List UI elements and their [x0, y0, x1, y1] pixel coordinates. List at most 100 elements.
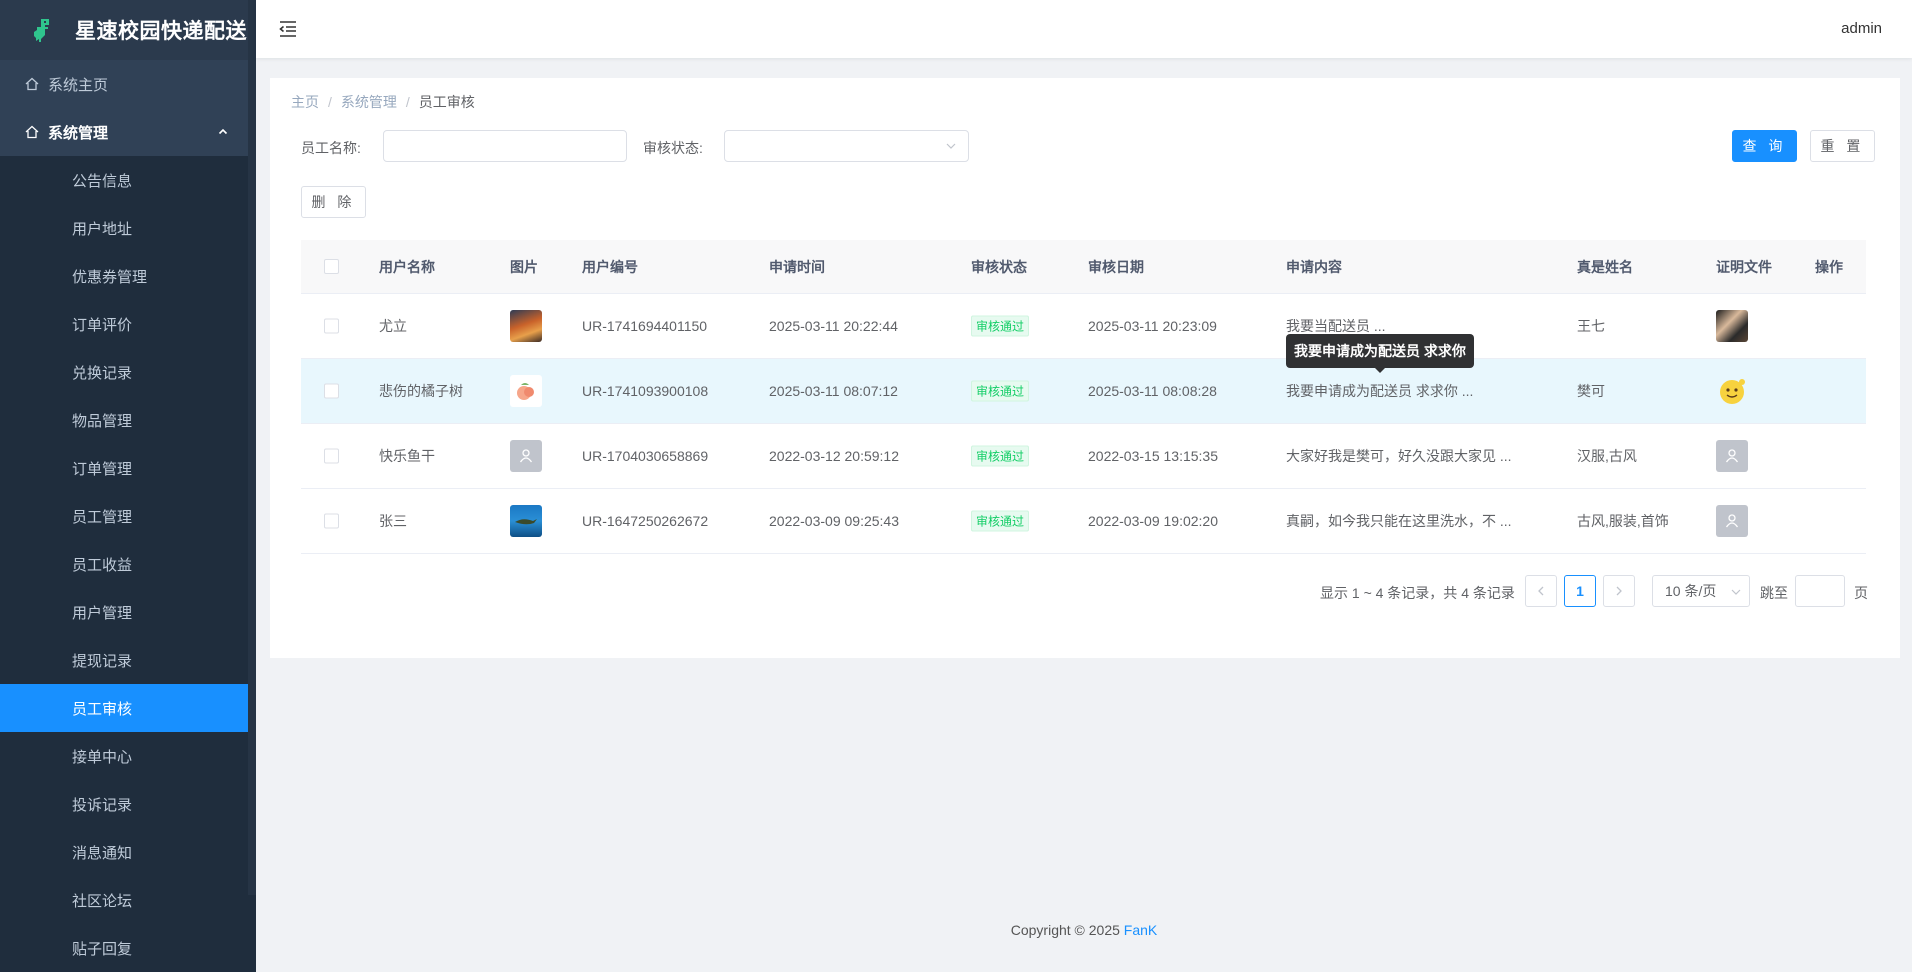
footer: Copyright © 2025 FanK	[256, 922, 1912, 938]
dinosaur-logo-icon	[34, 19, 49, 42]
table-row[interactable]: 快乐鱼干 UR-1704030658869 2022-03-12 20:59:1…	[301, 424, 1866, 489]
jump-page-input[interactable]	[1795, 575, 1845, 607]
cell-apply-content[interactable]: 我要申请成为配送员 求求你 ...	[1286, 381, 1473, 401]
sidebar-item-label: 优惠券管理	[72, 268, 148, 286]
proof-image-thumbnail[interactable]	[1716, 375, 1748, 407]
sidebar-item-staff[interactable]: 员工管理	[0, 492, 248, 540]
sidebar-item-users[interactable]: 用户管理	[0, 588, 248, 636]
sidebar-submenu: 公告信息 用户地址 优惠券管理 订单评价 兑换记录 物品管理 订单管理 员工管理…	[0, 156, 248, 972]
user-name[interactable]: admin	[1841, 20, 1882, 37]
sidebar-item-forum[interactable]: 社区论坛	[0, 876, 248, 924]
home-icon	[25, 77, 39, 91]
status-badge: 审核通过	[971, 380, 1030, 402]
table-row[interactable]: 张三 UR-1647250262672 2022-03-09 09:25:43 …	[301, 489, 1866, 554]
breadcrumb-home[interactable]: 主页	[291, 94, 319, 110]
chevron-up-icon	[218, 128, 228, 135]
sidebar-item-label: 订单管理	[72, 460, 133, 478]
breadcrumb-separator: /	[405, 94, 410, 110]
sidebar-item-complaints[interactable]: 投诉记录	[0, 780, 248, 828]
cell-real-name: 樊可	[1577, 383, 1605, 399]
page-number-current[interactable]: 1	[1564, 575, 1596, 607]
sidebar-group-system[interactable]: 系统管理	[0, 108, 248, 156]
sidebar-item-coupons[interactable]: 优惠券管理	[0, 252, 248, 300]
review-status-label: 审核状态:	[643, 140, 703, 156]
cell-review-date: 2025-03-11 08:08:28	[1088, 383, 1217, 399]
crocodile-image-icon	[515, 519, 537, 525]
sidebar-item-staff-review[interactable]: 员工审核	[0, 684, 248, 732]
proof-image-thumbnail[interactable]	[1716, 505, 1748, 537]
sidebar-item-order-center[interactable]: 接单中心	[0, 732, 248, 780]
sidebar-item-label: 员工审核	[72, 700, 133, 718]
row-checkbox[interactable]	[324, 383, 339, 399]
chevron-right-icon	[1616, 586, 1622, 596]
prev-page-button[interactable]	[1525, 575, 1557, 607]
cell-apply-content[interactable]: 大家好我是樊可，好久没跟大家见 ...	[1286, 446, 1512, 466]
sidebar-item-label: 提现记录	[72, 652, 133, 670]
next-page-button[interactable]	[1603, 575, 1635, 607]
query-button[interactable]: 查 询	[1732, 130, 1797, 162]
page-size-select[interactable]: 10 条/页	[1652, 575, 1750, 607]
table-row[interactable]: 尤立 UR-1741694401150 2025-03-11 20:22:44 …	[301, 294, 1866, 359]
cell-review-date: 2022-03-09 19:02:20	[1088, 513, 1218, 529]
select-all-checkbox[interactable]	[324, 259, 339, 274]
sidebar-item-user-address[interactable]: 用户地址	[0, 204, 248, 252]
th-image: 图片	[510, 258, 538, 275]
sidebar-item-home[interactable]: 系统主页	[0, 60, 248, 108]
author-link[interactable]: FanK	[1124, 922, 1157, 938]
th-review-status: 审核状态	[971, 258, 1027, 275]
th-apply-content: 申请内容	[1286, 258, 1342, 275]
sidebar-item-items[interactable]: 物品管理	[0, 396, 248, 444]
user-image-thumbnail[interactable]	[510, 310, 542, 342]
staff-review-table: 用户名称 图片 用户编号 申请时间 审核状态 审核日期 申请内容 真是姓名 证明…	[301, 240, 1866, 554]
row-checkbox[interactable]	[324, 513, 339, 529]
sidebar-item-label: 兑换记录	[72, 364, 133, 382]
proof-image-thumbnail[interactable]	[1716, 440, 1748, 472]
sidebar-item-label: 物品管理	[72, 412, 133, 430]
th-actions: 操作	[1815, 258, 1843, 275]
cell-user-code: UR-1741093900108	[582, 383, 709, 399]
sidebar-item-staff-earnings[interactable]: 员工收益	[0, 540, 248, 588]
table-row[interactable]: 悲伤的橘子树 UR-1741093900108 2025-03-11 08:07…	[301, 359, 1866, 424]
chevron-down-icon	[946, 143, 956, 149]
proof-image-thumbnail[interactable]	[1716, 310, 1748, 342]
sidebar-scrollbar-thumb[interactable]	[248, 0, 256, 895]
cell-review-date: 2025-03-11 20:23:09	[1088, 318, 1217, 334]
reset-button[interactable]: 重 置	[1810, 130, 1875, 162]
top-header: admin	[256, 0, 1912, 58]
sidebar-item-orders[interactable]: 订单管理	[0, 444, 248, 492]
sidebar-item-exchange-records[interactable]: 兑换记录	[0, 348, 248, 396]
cell-apply-time: 2025-03-11 08:07:12	[769, 383, 898, 399]
sidebar-item-label: 消息通知	[72, 844, 133, 862]
sidebar-item-messages[interactable]: 消息通知	[0, 828, 248, 876]
user-image-thumbnail[interactable]	[510, 440, 542, 472]
cell-user-code: UR-1704030658869	[582, 448, 709, 464]
breadcrumb-system[interactable]: 系统管理	[341, 94, 397, 110]
cell-real-name: 王七	[1577, 318, 1605, 334]
cell-apply-content[interactable]: 真嗣，如今我只能在这里洗水，不 ...	[1286, 511, 1512, 531]
breadcrumb-separator: /	[328, 94, 332, 110]
sidebar-item-label: 公告信息	[72, 172, 133, 190]
review-status-select[interactable]	[724, 130, 969, 162]
sidebar-item-label: 员工收益	[72, 556, 133, 574]
staff-name-input[interactable]	[383, 130, 627, 162]
sidebar: 星速校园快递配送 系统主页 系统管理 公告信息 用户地址 优惠券管理 订单评价 …	[0, 0, 256, 972]
sidebar-item-label: 用户管理	[72, 604, 133, 622]
row-checkbox[interactable]	[324, 318, 339, 334]
sidebar-item-label: 投诉记录	[72, 796, 133, 814]
user-image-thumbnail[interactable]	[510, 505, 542, 537]
sidebar-item-label: 接单中心	[72, 748, 133, 766]
chevron-left-icon	[1538, 586, 1544, 596]
sidebar-scrollbar[interactable]	[248, 0, 256, 972]
sidebar-item-post-replies[interactable]: 贴子回复	[0, 924, 248, 972]
sidebar-item-order-reviews[interactable]: 订单评价	[0, 300, 248, 348]
sidebar-item-notice[interactable]: 公告信息	[0, 156, 248, 204]
status-badge: 审核通过	[971, 445, 1030, 467]
row-checkbox[interactable]	[324, 448, 339, 464]
menu-fold-icon[interactable]	[278, 19, 298, 39]
sidebar-item-label: 系统主页	[48, 76, 109, 94]
breadcrumb: 主页 / 系统管理 / 员工审核	[291, 92, 475, 112]
user-image-thumbnail[interactable]	[510, 375, 542, 407]
sidebar-item-withdrawals[interactable]: 提现记录	[0, 636, 248, 684]
cell-apply-content[interactable]: 我要当配送员 ...	[1286, 316, 1386, 336]
delete-button[interactable]: 删 除	[301, 186, 366, 218]
